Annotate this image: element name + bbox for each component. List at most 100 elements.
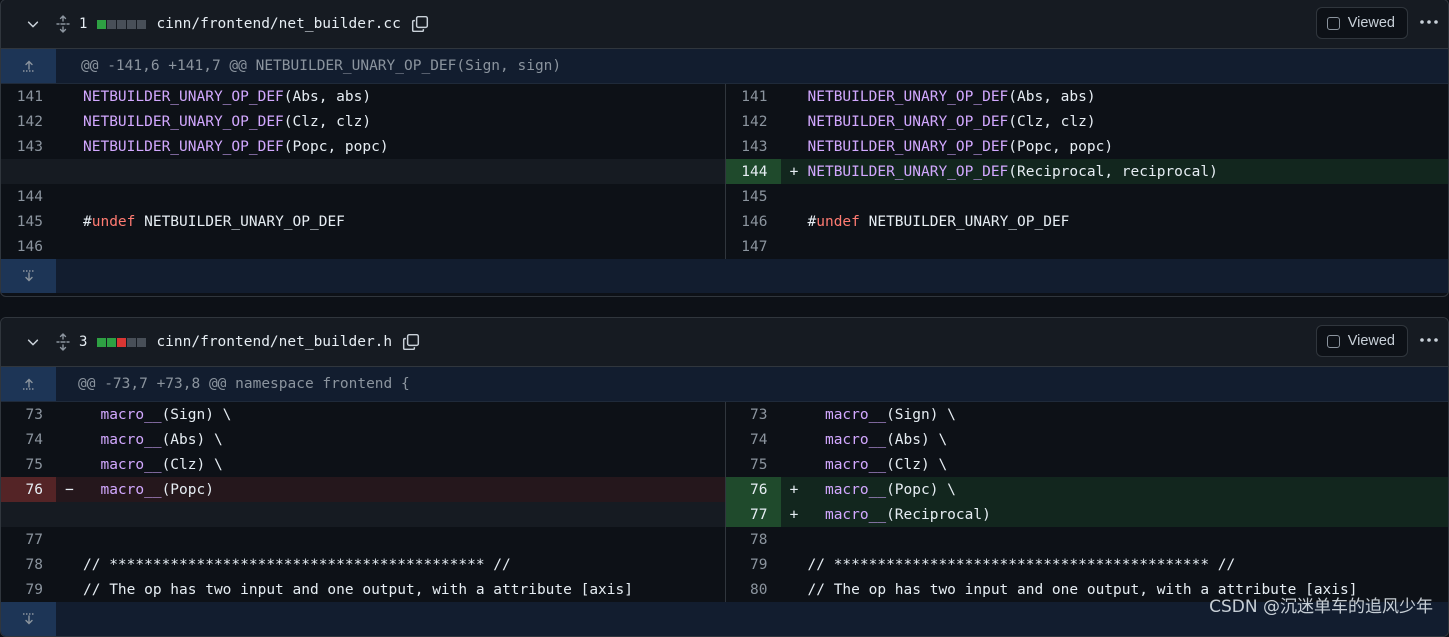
code-text: // *************************************… bbox=[83, 552, 725, 577]
line-number[interactable]: 146 bbox=[726, 209, 781, 234]
copy-icon[interactable] bbox=[402, 333, 420, 351]
code-token: (Popc, popc) bbox=[1008, 139, 1113, 155]
change-count: 3 bbox=[79, 334, 87, 350]
line-number[interactable]: 80 bbox=[726, 577, 781, 602]
line-number[interactable]: 73 bbox=[1, 402, 56, 427]
file-header: 1 cinn/frontend/net_builder.cc Viewed bbox=[1, 0, 1448, 49]
code-token: (Clz, clz) bbox=[1008, 114, 1095, 130]
left-side: 73 macro__(Sign) \74 macro__(Abs) \75 ma… bbox=[1, 402, 726, 602]
line-number[interactable]: 76 bbox=[726, 477, 781, 502]
line-number[interactable]: 74 bbox=[1, 427, 56, 452]
code-text: macro__(Sign) \ bbox=[83, 402, 725, 427]
code-token: (Clz, clz) bbox=[284, 114, 371, 130]
diff-rows: 141NETBUILDER_UNARY_OP_DEF(Abs, abs)142N… bbox=[1, 84, 1448, 259]
line-number[interactable]: 79 bbox=[726, 552, 781, 577]
line-number[interactable]: 75 bbox=[726, 452, 781, 477]
line-number[interactable]: 141 bbox=[726, 84, 781, 109]
code-text: macro__(Popc) bbox=[83, 477, 725, 502]
code-token bbox=[808, 457, 825, 473]
expand-down-icon[interactable] bbox=[1, 259, 56, 293]
expand-all-icon[interactable] bbox=[55, 334, 71, 350]
empty-line bbox=[1, 159, 725, 184]
code-token: macro__ bbox=[825, 407, 886, 423]
code-text: macro__(Clz) \ bbox=[808, 452, 1449, 477]
viewed-toggle[interactable]: Viewed bbox=[1316, 7, 1408, 39]
diffstat-blocks bbox=[97, 20, 146, 29]
code-token: // *************************************… bbox=[808, 557, 1236, 573]
copy-icon[interactable] bbox=[411, 15, 429, 33]
line-number[interactable]: 79 bbox=[1, 577, 56, 602]
code-text bbox=[808, 527, 1449, 552]
kebab-menu-icon[interactable] bbox=[1418, 332, 1440, 348]
code-token: (Reciprocal) bbox=[886, 507, 991, 523]
code-token bbox=[83, 432, 100, 448]
context-line: 75 macro__(Clz) \ bbox=[726, 452, 1449, 477]
line-number[interactable]: 144 bbox=[726, 159, 781, 184]
hunk-header-text: @@ -73,7 +73,8 @@ namespace frontend { bbox=[56, 376, 410, 392]
code-text bbox=[83, 502, 725, 527]
context-line: 141 NETBUILDER_UNARY_OP_DEF(Abs, abs) bbox=[1, 84, 725, 109]
chevron-down-icon[interactable] bbox=[25, 16, 41, 32]
kebab-menu-icon[interactable] bbox=[1418, 14, 1440, 30]
expand-down-icon[interactable] bbox=[1, 602, 56, 636]
chevron-down-icon[interactable] bbox=[25, 334, 41, 350]
line-number[interactable]: 141 bbox=[1, 84, 56, 109]
line-number[interactable]: 142 bbox=[1, 109, 56, 134]
code-text bbox=[808, 234, 1449, 259]
line-number[interactable]: 144 bbox=[1, 184, 56, 209]
code-token: macro__ bbox=[825, 482, 886, 498]
code-text: macro__(Sign) \ bbox=[808, 402, 1449, 427]
expand-up-icon[interactable] bbox=[1, 49, 56, 83]
code-text: NETBUILDER_UNARY_OP_DEF(Abs, abs) bbox=[808, 84, 1449, 109]
code-token: NETBUILDER_UNARY_OP_DEF bbox=[83, 89, 284, 105]
line-number[interactable]: 77 bbox=[1, 527, 56, 552]
context-line: 142 NETBUILDER_UNARY_OP_DEF(Clz, clz) bbox=[726, 109, 1449, 134]
code-token: (Clz) \ bbox=[162, 457, 223, 473]
line-number[interactable]: 146 bbox=[1, 234, 56, 259]
line-number[interactable] bbox=[1, 159, 56, 184]
code-token: NETBUILDER_UNARY_OP_DEF bbox=[83, 114, 284, 130]
code-text: // The op has two input and one output, … bbox=[83, 577, 725, 602]
code-token: NETBUILDER_UNARY_OP_DEF bbox=[808, 114, 1009, 130]
line-number[interactable]: 143 bbox=[1, 134, 56, 159]
code-token: (Sign) \ bbox=[886, 407, 956, 423]
context-line: 74 macro__(Abs) \ bbox=[1, 427, 725, 452]
code-text: NETBUILDER_UNARY_OP_DEF(Abs, abs) bbox=[83, 84, 725, 109]
line-number[interactable] bbox=[1, 502, 56, 527]
context-line: 144 bbox=[1, 184, 725, 209]
change-count: 1 bbox=[79, 16, 87, 32]
viewed-checkbox[interactable] bbox=[1327, 17, 1340, 30]
diff-marker: + bbox=[781, 164, 808, 180]
line-number[interactable]: 77 bbox=[726, 502, 781, 527]
code-token: (Clz) \ bbox=[886, 457, 947, 473]
context-line: 75 macro__(Clz) \ bbox=[1, 452, 725, 477]
line-number[interactable]: 76 bbox=[1, 477, 56, 502]
line-number[interactable]: 145 bbox=[1, 209, 56, 234]
line-number[interactable]: 73 bbox=[726, 402, 781, 427]
code-text: macro__(Clz) \ bbox=[83, 452, 725, 477]
viewed-checkbox[interactable] bbox=[1327, 335, 1340, 348]
line-number[interactable]: 142 bbox=[726, 109, 781, 134]
code-token: (Reciprocal, reciprocal) bbox=[1008, 164, 1218, 180]
line-number[interactable]: 78 bbox=[726, 527, 781, 552]
viewed-label: Viewed bbox=[1348, 15, 1395, 31]
line-number[interactable]: 75 bbox=[1, 452, 56, 477]
line-number[interactable]: 145 bbox=[726, 184, 781, 209]
hunk-header: @@ -141,6 +141,7 @@ NETBUILDER_UNARY_OP_… bbox=[1, 49, 1448, 84]
file-name[interactable]: cinn/frontend/net_builder.h bbox=[156, 334, 392, 350]
context-line: 74 macro__(Abs) \ bbox=[726, 427, 1449, 452]
line-number[interactable]: 147 bbox=[726, 234, 781, 259]
line-number[interactable]: 74 bbox=[726, 427, 781, 452]
line-number[interactable]: 143 bbox=[726, 134, 781, 159]
code-token: undef bbox=[816, 214, 860, 230]
code-token: (Sign) \ bbox=[162, 407, 232, 423]
expand-all-icon[interactable] bbox=[55, 16, 71, 32]
code-text: NETBUILDER_UNARY_OP_DEF(Clz, clz) bbox=[83, 109, 725, 134]
expand-up-icon[interactable] bbox=[1, 367, 56, 401]
code-text bbox=[83, 234, 725, 259]
viewed-toggle[interactable]: Viewed bbox=[1316, 325, 1408, 357]
file-name[interactable]: cinn/frontend/net_builder.cc bbox=[156, 16, 400, 32]
hunk-footer bbox=[1, 259, 1448, 293]
line-number[interactable]: 78 bbox=[1, 552, 56, 577]
context-line: 73 macro__(Sign) \ bbox=[1, 402, 725, 427]
